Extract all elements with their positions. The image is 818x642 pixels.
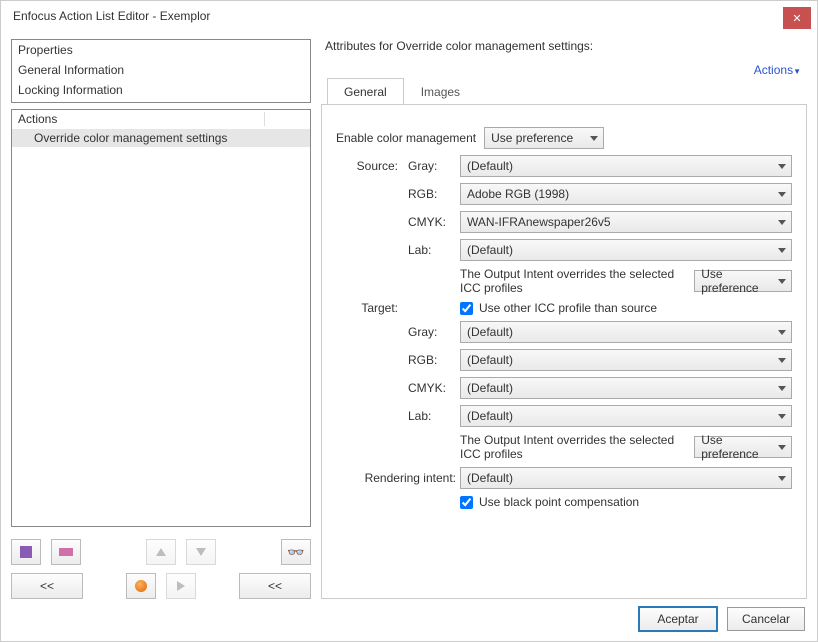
list-item[interactable]: General Information xyxy=(12,60,310,80)
triangle-down-icon xyxy=(196,548,206,556)
use-other-icc-label: Use other ICC profile than source xyxy=(479,301,657,315)
delete-action-button[interactable] xyxy=(51,539,81,565)
close-button[interactable]: ✕ xyxy=(783,7,811,29)
action-item[interactable]: Override color management settings xyxy=(12,129,310,147)
triangle-up-icon xyxy=(156,548,166,556)
lab-label: Lab: xyxy=(402,409,460,423)
goggles-icon: 👓 xyxy=(287,544,304,561)
tab-general[interactable]: General xyxy=(327,78,404,105)
rgb-label: RGB: xyxy=(402,187,460,201)
move-up-button[interactable] xyxy=(146,539,176,565)
title-bar: Enfocus Action List Editor - Exemplor ✕ xyxy=(1,1,817,31)
black-point-label: Use black point compensation xyxy=(479,495,639,509)
tab-images[interactable]: Images xyxy=(404,78,477,105)
enable-cm-label: Enable color management xyxy=(336,131,476,145)
lab-label: Lab: xyxy=(402,243,460,257)
black-point-checkbox[interactable] xyxy=(460,496,473,509)
cancel-button[interactable]: Cancelar xyxy=(727,607,805,631)
list-item[interactable]: Properties xyxy=(12,40,310,60)
play-button[interactable] xyxy=(166,573,196,599)
target-rgb-select[interactable]: (Default) xyxy=(460,349,792,371)
nav-prev-button[interactable]: << xyxy=(239,573,311,599)
new-action-button[interactable] xyxy=(11,539,41,565)
rgb-label: RGB: xyxy=(402,353,460,367)
attributes-title: Attributes for Override color management… xyxy=(325,39,807,53)
target-gray-select[interactable]: (Default) xyxy=(460,321,792,343)
rendering-intent-label: Rendering intent: xyxy=(336,471,460,485)
window-title: Enfocus Action List Editor - Exemplor xyxy=(13,9,210,23)
move-down-button[interactable] xyxy=(186,539,216,565)
actions-menu-link[interactable]: Actions▼ xyxy=(754,63,801,77)
attributes-panel: Enable color management Use preference S… xyxy=(321,104,807,599)
source-gray-select[interactable]: (Default) xyxy=(460,155,792,177)
rect-pink-icon xyxy=(59,548,73,556)
output-intent-text: The Output Intent overrides the selected… xyxy=(460,267,688,295)
actions-header: Actions xyxy=(12,110,310,129)
preview-button[interactable]: 👓 xyxy=(281,539,311,565)
gray-label: Gray: xyxy=(402,159,460,173)
target-lab-select[interactable]: (Default) xyxy=(460,405,792,427)
rendering-intent-select[interactable]: (Default) xyxy=(460,467,792,489)
target-output-intent-select[interactable]: Use preference xyxy=(694,436,792,458)
square-purple-icon xyxy=(20,546,32,558)
source-cmyk-select[interactable]: WAN-IFRAnewspaper26v5 xyxy=(460,211,792,233)
output-intent-text: The Output Intent overrides the selected… xyxy=(460,433,688,461)
source-rgb-select[interactable]: Adobe RGB (1998) xyxy=(460,183,792,205)
source-lab-select[interactable]: (Default) xyxy=(460,239,792,261)
gray-label: Gray: xyxy=(402,325,460,339)
enable-cm-select[interactable]: Use preference xyxy=(484,127,604,149)
record-icon xyxy=(135,580,147,592)
cmyk-label: CMYK: xyxy=(402,215,460,229)
ok-button[interactable]: Aceptar xyxy=(639,607,717,631)
cmyk-label: CMYK: xyxy=(402,381,460,395)
list-item[interactable]: Locking Information xyxy=(12,80,310,100)
triangle-right-icon xyxy=(177,581,185,591)
source-output-intent-select[interactable]: Use preference xyxy=(694,270,792,292)
actions-list[interactable]: Actions Override color management settin… xyxy=(11,109,311,527)
properties-list[interactable]: Properties General Information Locking I… xyxy=(11,39,311,103)
use-other-icc-checkbox[interactable] xyxy=(460,302,473,315)
source-label: Source: xyxy=(336,159,402,173)
record-button[interactable] xyxy=(126,573,156,599)
target-label: Target: xyxy=(336,301,402,315)
chevron-down-icon: ▼ xyxy=(793,67,801,76)
nav-first-button[interactable]: << xyxy=(11,573,83,599)
target-cmyk-select[interactable]: (Default) xyxy=(460,377,792,399)
